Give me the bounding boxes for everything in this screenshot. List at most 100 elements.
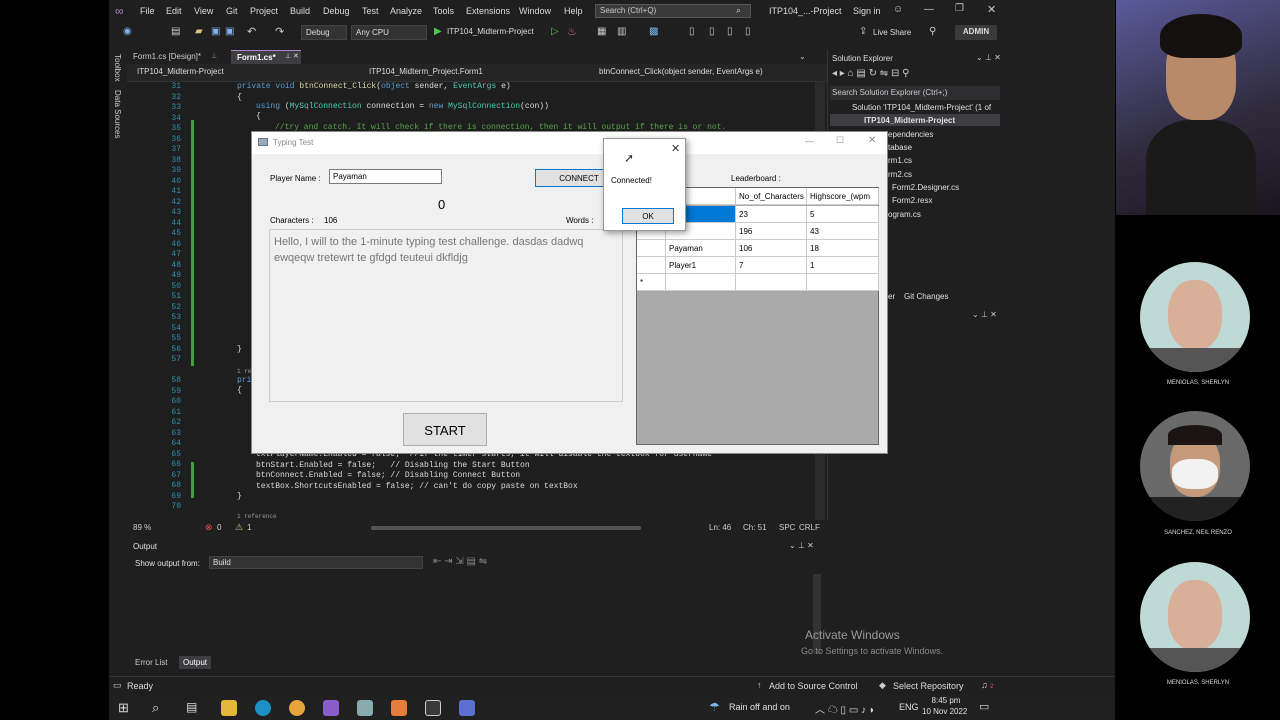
error-icon[interactable]: ⊗	[205, 522, 213, 533]
grid-cell[interactable]: Player1	[666, 257, 736, 274]
run-target-button[interactable]: ITP104_Midterm-Project	[447, 27, 534, 36]
clock-date[interactable]: 10 Nov 2022	[922, 707, 967, 716]
minimize-icon[interactable]: —	[924, 4, 934, 15]
save-all-icon[interactable]: ▣	[225, 26, 234, 37]
platform-dropdown[interactable]: Any CPU	[351, 25, 427, 40]
form-maximize-icon[interactable]: ☐	[836, 135, 844, 146]
app-icon-1[interactable]	[357, 700, 373, 716]
grid-column-header[interactable]: No_of_Characters	[736, 188, 807, 205]
grid-new-row-cell[interactable]	[807, 274, 879, 291]
save-icon[interactable]: ▣	[211, 26, 220, 37]
solution-search-input[interactable]: Search Solution Explorer (Ctrl+;)	[830, 86, 1000, 100]
windows-start-icon[interactable]: ⊞	[118, 700, 129, 716]
live-share-button[interactable]: Live Share	[873, 28, 911, 37]
typing-textbox[interactable]: Hello, I will to the 1-minute typing tes…	[269, 229, 623, 402]
database-node[interactable]: tabase	[888, 143, 912, 152]
grid-cell[interactable]: Payaman	[666, 240, 736, 257]
menu-project[interactable]: Project	[250, 6, 278, 16]
output-tab[interactable]: Output	[179, 656, 212, 669]
clock-time[interactable]: 8:45 pm	[929, 696, 963, 705]
account-icon[interactable]: ☺	[893, 4, 903, 15]
close-icon[interactable]: ✕	[987, 3, 996, 16]
output-pin-icon[interactable]: ⌄ ⊥ ✕	[789, 541, 814, 550]
class-dropdown[interactable]: ITP104_Midterm_Project.Form1	[365, 66, 587, 80]
grid-new-row-cell[interactable]	[666, 274, 736, 291]
menu-test[interactable]: Test	[362, 6, 379, 16]
menu-extensions[interactable]: Extensions	[466, 6, 510, 16]
grid-cell[interactable]: 1	[807, 257, 879, 274]
add-source-control[interactable]: Add to Source Control	[769, 681, 858, 691]
menu-file[interactable]: File	[140, 6, 155, 16]
redo-icon[interactable]: ↷	[275, 25, 284, 38]
tab-close-icon[interactable]: ⊥ ✕	[285, 52, 299, 60]
menu-window[interactable]: Window	[519, 6, 551, 16]
bookmark-next-icon[interactable]: ▯	[727, 26, 733, 37]
grid-new-row-cell[interactable]	[736, 274, 807, 291]
form1-node[interactable]: rm1.cs	[888, 156, 912, 165]
menu-build[interactable]: Build	[290, 6, 310, 16]
select-repository[interactable]: Select Repository	[893, 681, 964, 691]
form2-node[interactable]: rm2.cs	[888, 170, 912, 179]
form2-designer-node[interactable]: Form2.Designer.cs	[892, 183, 959, 192]
search-input[interactable]: Search (Ctrl+Q)	[595, 4, 751, 18]
grid-cell[interactable]: 18	[807, 240, 879, 257]
grid-row-header[interactable]	[637, 240, 666, 257]
grid-cell[interactable]: 23	[736, 206, 807, 223]
weather-text[interactable]: Rain off and on	[729, 702, 790, 712]
output-toolbar-icons[interactable]: ⇤ ⇥ ⇲ ▤ ⇋	[433, 556, 487, 567]
grid-new-row-marker[interactable]: *	[637, 274, 666, 291]
form-minimize-icon[interactable]: —	[805, 136, 814, 146]
menu-analyze[interactable]: Analyze	[390, 6, 422, 16]
team-explorer-tab[interactable]: er	[888, 292, 895, 301]
chrome-icon[interactable]	[289, 700, 305, 716]
live-share-icon[interactable]: ⇪	[859, 26, 867, 37]
solution-node[interactable]: Solution 'ITP104_Midterm-Project' (1 of	[852, 103, 991, 112]
bookmark-icon[interactable]: ▯	[689, 26, 695, 37]
language-indicator[interactable]: ENG	[899, 702, 919, 712]
grid-cell[interactable]: 43	[807, 223, 879, 240]
menu-debug[interactable]: Debug	[323, 6, 350, 16]
pin-icon[interactable]: ⊥	[211, 52, 217, 60]
panel-pin-icon[interactable]: ⌄ ⊥ ✕	[976, 53, 1001, 62]
tab-list-icon[interactable]: ⌄	[799, 52, 806, 61]
properties-pin-icon[interactable]: ⌄ ⊥ ✕	[972, 310, 997, 319]
undo-icon[interactable]: ↶	[247, 25, 256, 38]
open-folder-icon[interactable]: ▰	[195, 26, 203, 37]
toolbox-tab[interactable]: Toolbox	[113, 54, 122, 82]
app-icon-2[interactable]	[391, 700, 407, 716]
bookmark-clear-icon[interactable]: ▯	[745, 26, 751, 37]
git-changes-tab[interactable]: Git Changes	[904, 292, 948, 301]
msgbox-ok-button[interactable]: OK	[622, 208, 674, 224]
grid-column-header[interactable]: Highscore_(wpm	[807, 188, 879, 205]
grid-cell[interactable]: 196	[736, 223, 807, 240]
taskbar-search-icon[interactable]: ⌕	[152, 700, 159, 716]
maximize-icon[interactable]: ❐	[955, 3, 964, 14]
output-source-dropdown[interactable]: Build	[209, 556, 423, 569]
grid-row-header[interactable]	[637, 257, 666, 274]
menu-edit[interactable]: Edit	[166, 6, 182, 16]
data-sources-tab[interactable]: Data Sources	[113, 90, 122, 138]
hot-reload-icon[interactable]: ♨	[567, 25, 577, 38]
new-project-icon[interactable]: ▤	[171, 26, 180, 37]
member-dropdown[interactable]: btnConnect_Click(object sender, EventArg…	[595, 66, 815, 80]
bell-icon[interactable]: ♫	[981, 680, 988, 690]
sign-in-link[interactable]: Sign in	[853, 6, 881, 16]
notification-center-icon[interactable]: ▭	[979, 700, 989, 713]
menu-tools[interactable]: Tools	[433, 6, 454, 16]
grid-cell[interactable]: 7	[736, 257, 807, 274]
bookmark-prev-icon[interactable]: ▯	[709, 26, 715, 37]
menu-view[interactable]: View	[194, 6, 213, 16]
edge-icon[interactable]	[255, 700, 271, 716]
grid-cell[interactable]: 5	[807, 206, 879, 223]
tray-icons[interactable]: ︿ ☁ ▯ ▭ ♪ ◗	[815, 701, 875, 716]
nav-back-icon[interactable]: ◉	[123, 26, 132, 37]
program-node[interactable]: ogram.cs	[888, 210, 921, 219]
horizontal-scrollbar[interactable]	[371, 526, 641, 530]
visual-studio-icon[interactable]	[323, 700, 339, 716]
grid-cell[interactable]: 106	[736, 240, 807, 257]
file-explorer-icon[interactable]	[221, 700, 237, 716]
tab-form1-design[interactable]: Form1.cs [Design]*	[127, 50, 219, 64]
toolbar-icon-1[interactable]: ▦	[597, 26, 606, 37]
form-close-icon[interactable]: ✕	[868, 135, 876, 146]
teams-icon[interactable]	[459, 700, 475, 716]
